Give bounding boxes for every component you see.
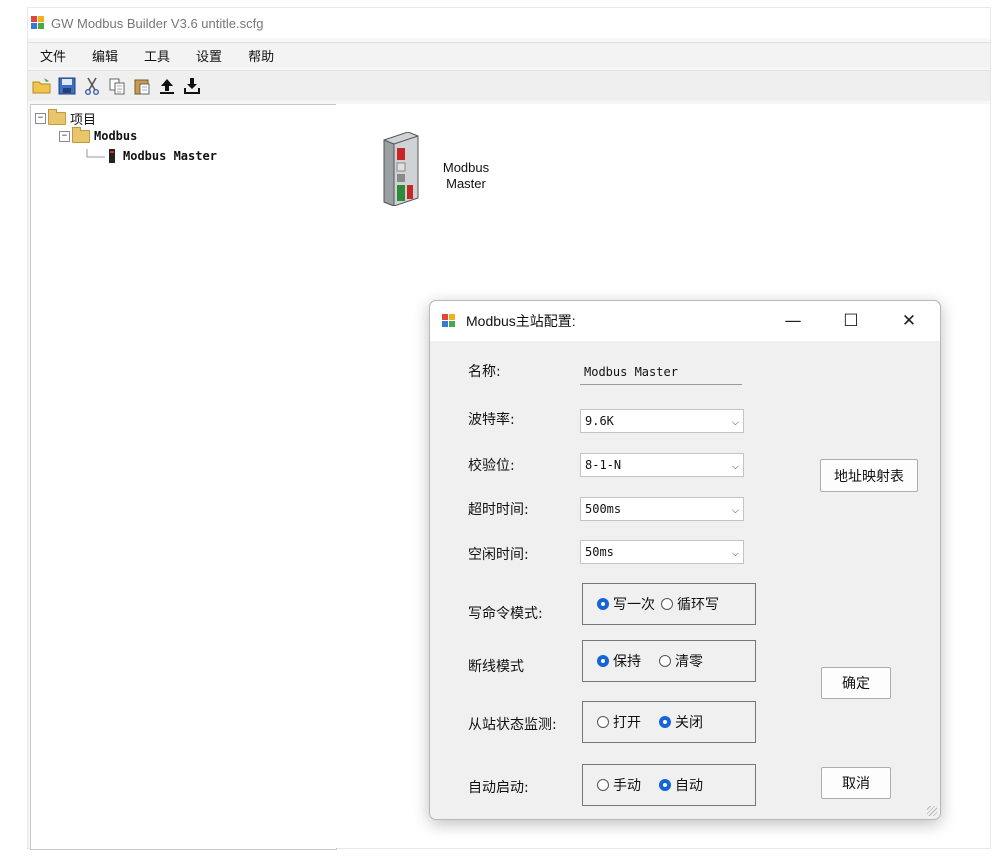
folder-icon xyxy=(48,109,66,125)
ok-button[interactable]: 确定 xyxy=(821,667,891,699)
device-icon xyxy=(109,149,115,163)
tree-label-modbus-master: Modbus Master xyxy=(123,149,217,163)
collapse-icon[interactable]: − xyxy=(59,130,70,142)
tree-label-project: 项目 xyxy=(70,113,97,128)
clear-label: 清零 xyxy=(675,654,703,670)
monitor-off-label: 关闭 xyxy=(675,715,703,731)
radio-checked-icon xyxy=(659,716,671,728)
resize-grip[interactable] xyxy=(927,806,937,816)
autostart-group: 手动 自动 xyxy=(582,764,756,806)
timeout-value: 500ms xyxy=(585,502,622,516)
menu-settings[interactable]: 设置 xyxy=(196,46,222,65)
radio-unchecked-icon xyxy=(597,779,609,791)
monitor-group: 打开 关闭 xyxy=(582,701,756,743)
open-folder-icon[interactable] xyxy=(31,75,53,97)
title-bar: GW Modbus Builder V3.6 untitle.scfg xyxy=(28,8,990,38)
write-mode-label: 写命令模式: xyxy=(468,606,543,622)
loop-write-radio[interactable]: 循环写 xyxy=(661,594,719,614)
idle-label: 空闲时间: xyxy=(468,547,529,563)
download-icon[interactable] xyxy=(181,75,203,97)
monitor-label: 从站状态监测: xyxy=(468,717,557,733)
menu-edit[interactable]: 编辑 xyxy=(92,46,118,65)
project-tree: − 项目 − Modbus Modbus Master xyxy=(30,104,337,850)
write-once-radio[interactable]: 写一次 xyxy=(597,594,655,614)
tree-node-modbus-master[interactable]: Modbus Master xyxy=(85,149,217,163)
timeout-label: 超时时间: xyxy=(468,502,529,518)
dialog-title: Modbus主站配置: xyxy=(466,313,576,329)
save-icon[interactable] xyxy=(56,75,78,97)
close-icon[interactable]: ✕ xyxy=(886,301,932,341)
manual-radio[interactable]: 手动 xyxy=(597,775,641,795)
name-field[interactable]: Modbus Master xyxy=(580,359,742,385)
chevron-down-icon: ⌵ xyxy=(731,414,739,428)
menu-help[interactable]: 帮助 xyxy=(248,46,274,65)
copy-icon[interactable] xyxy=(106,75,128,97)
auto-radio[interactable]: 自动 xyxy=(659,775,703,795)
radio-unchecked-icon xyxy=(659,655,671,667)
minimize-icon[interactable]: — xyxy=(770,301,816,341)
baud-value: 9.6K xyxy=(585,414,614,428)
parity-select[interactable]: 8-1-N ⌵ xyxy=(580,453,744,477)
device-label: Modbus Master xyxy=(442,160,490,191)
loop-write-label: 循环写 xyxy=(677,597,719,613)
upload-icon[interactable] xyxy=(156,75,178,97)
radio-checked-icon xyxy=(659,779,671,791)
monitor-off-radio[interactable]: 关闭 xyxy=(659,712,703,732)
maximize-icon[interactable]: ☐ xyxy=(828,301,874,341)
radio-checked-icon xyxy=(597,655,609,667)
idle-select[interactable]: 50ms ⌵ xyxy=(580,540,744,564)
tree-connector-icon xyxy=(86,149,105,158)
baud-select[interactable]: 9.6K ⌵ xyxy=(580,409,744,433)
tree-node-modbus[interactable]: − Modbus xyxy=(59,126,138,143)
cut-icon[interactable] xyxy=(81,75,103,97)
parity-value: 8-1-N xyxy=(585,458,622,472)
chevron-down-icon: ⌵ xyxy=(731,545,739,559)
monitor-on-radio[interactable]: 打开 xyxy=(597,712,641,732)
modbus-master-config-dialog: Modbus主站配置: — ☐ ✕ 名称: Modbus Master 波特率:… xyxy=(429,300,941,820)
app-icon xyxy=(31,16,45,30)
auto-label: 自动 xyxy=(675,778,703,794)
dialog-app-icon xyxy=(442,314,456,328)
timeout-select[interactable]: 500ms ⌵ xyxy=(580,497,744,521)
parity-label: 校验位: xyxy=(468,458,515,474)
tree-node-project[interactable]: − 项目 xyxy=(35,109,96,128)
window-title: GW Modbus Builder V3.6 untitle.scfg xyxy=(51,15,264,31)
clear-radio[interactable]: 清零 xyxy=(659,651,703,671)
disconnect-group: 保持 清零 xyxy=(582,640,756,682)
address-map-button[interactable]: 地址映射表 xyxy=(820,459,918,492)
disconnect-label: 断线模式 xyxy=(468,659,524,675)
write-mode-group: 写一次 循环写 xyxy=(582,583,756,625)
paste-icon[interactable] xyxy=(131,75,153,97)
chevron-down-icon: ⌵ xyxy=(731,502,739,516)
menu-tools[interactable]: 工具 xyxy=(144,46,170,65)
monitor-on-label: 打开 xyxy=(613,715,641,731)
write-once-label: 写一次 xyxy=(613,597,655,613)
hold-radio[interactable]: 保持 xyxy=(597,651,641,671)
radio-unchecked-icon xyxy=(661,598,673,610)
menu-file[interactable]: 文件 xyxy=(40,46,66,65)
toolbar xyxy=(28,70,990,101)
cancel-button[interactable]: 取消 xyxy=(821,767,891,799)
name-label: 名称: xyxy=(468,364,501,380)
chevron-down-icon: ⌵ xyxy=(731,458,739,472)
collapse-icon[interactable]: − xyxy=(35,113,46,124)
dialog-title-bar: Modbus主站配置: — ☐ ✕ xyxy=(430,301,940,341)
folder-icon xyxy=(72,126,90,143)
radio-checked-icon xyxy=(597,598,609,610)
modbus-master-device-icon[interactable] xyxy=(378,131,420,207)
menu-bar: 文件 编辑 工具 设置 帮助 xyxy=(28,42,990,67)
autostart-label: 自动启动: xyxy=(468,780,529,796)
manual-label: 手动 xyxy=(613,778,641,794)
tree-label-modbus: Modbus xyxy=(94,129,138,143)
idle-value: 50ms xyxy=(585,545,614,559)
baud-label: 波特率: xyxy=(468,412,515,428)
radio-unchecked-icon xyxy=(597,716,609,728)
hold-label: 保持 xyxy=(613,654,641,670)
